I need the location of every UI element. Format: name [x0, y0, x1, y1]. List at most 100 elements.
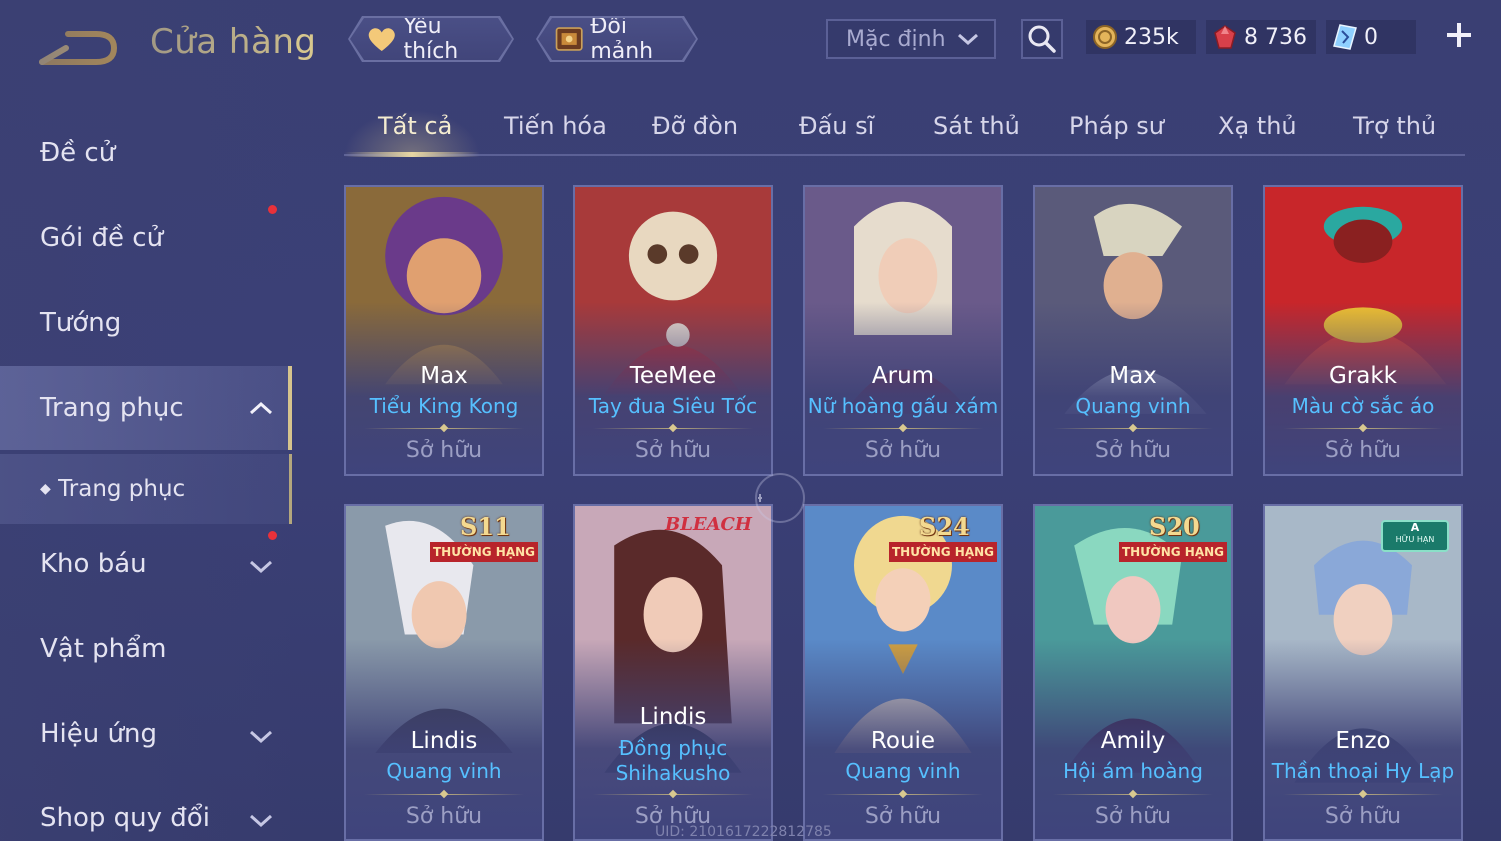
skin-name: Thần thoại Hy Lạp [1271, 759, 1455, 783]
limited-tier-badge: A HỮU HẠN [1381, 520, 1449, 552]
skin-card[interactable]: A HỮU HẠN Enzo Thần thoại Hy Lạp Sở hữu [1263, 504, 1463, 841]
tab-all[interactable]: Tất cả [378, 112, 452, 140]
chevron-up-icon[interactable] [248, 398, 274, 418]
chevron-down-icon[interactable] [248, 556, 274, 576]
sidebar-item-items[interactable]: Vật phẩm [40, 634, 166, 664]
favorites-label: Yêu thích [403, 14, 459, 64]
gold-currency: 235k [1092, 20, 1179, 54]
skin-name: Tiểu King Kong [369, 394, 519, 418]
voucher-crystal-icon [1333, 24, 1357, 50]
chevron-down-icon[interactable] [248, 810, 274, 830]
gold-coin-icon [1093, 25, 1117, 49]
sidebar-item-label: Đề cử [40, 138, 116, 168]
sidebar-subitem-skins[interactable]: ◆ Trang phục [40, 476, 185, 502]
sidebar-item-recommended[interactable]: Đề cử [40, 138, 115, 168]
sidebar-item-label: Shop quy đổi [40, 803, 210, 833]
ownership-status: Sở hữu [405, 438, 483, 463]
chevron-down-icon[interactable] [248, 726, 274, 746]
skin-card[interactable]: BLEACH Lindis Đồng phục Shihakusho Sở hữ… [573, 504, 773, 841]
tab-active-indicator [344, 152, 480, 157]
ownership-status: Sở hữu [1094, 438, 1172, 463]
voucher-currency: 0 [1332, 20, 1378, 54]
tab-fighter[interactable]: Đấu sĩ [799, 112, 874, 140]
favorites-button[interactable]: Yêu thích [350, 18, 512, 60]
skin-name: Đồng phục [618, 736, 728, 760]
ownership-status: Sở hữu [1324, 804, 1402, 829]
skin-name-line2: Shihakusho [615, 761, 731, 785]
tab-divider [344, 154, 1465, 156]
uid-watermark: UID: 2101617222812785 [655, 824, 832, 840]
plus-icon [1447, 23, 1471, 47]
tier-label: HỮU HẠN [1395, 535, 1435, 544]
notification-dot [268, 531, 277, 540]
season-label: S20 [1149, 512, 1200, 541]
skin-card[interactable]: Grakk Màu cờ sắc áo Sở hữu [1263, 185, 1463, 476]
top-up-button[interactable] [1444, 20, 1474, 50]
skin-card[interactable]: TeeMee Tay đua Siêu Tốc Sở hữu [573, 185, 773, 476]
tab-support[interactable]: Trợ thủ [1353, 112, 1436, 140]
rank-label: THƯỜNG HẠNG [430, 542, 538, 562]
sidebar-item-label: Trang phục [40, 393, 184, 423]
gold-amount: 235k [1124, 24, 1179, 50]
hero-name: Rouie [870, 728, 936, 754]
sidebar-item-effects[interactable]: Hiệu ứng [40, 719, 157, 749]
rank-label: THƯỜNG HẠNG [1119, 542, 1227, 562]
exchange-label: Đổi mảnh [590, 14, 654, 64]
sidebar-item-label: Tướng [40, 308, 122, 338]
season-badge: S11 THƯỜNG HẠNG [430, 512, 538, 568]
season-badge: S20 THƯỜNG HẠNG [1119, 512, 1227, 568]
skin-card[interactable]: Arum Nữ hoàng gấu xám Sở hữu [803, 185, 1003, 476]
sidebar-item-skins[interactable]: Trang phục [40, 393, 184, 423]
search-icon [1028, 25, 1056, 53]
skin-card[interactable]: S11 THƯỜNG HẠNG Lindis Quang vinh Sở hữu [344, 504, 544, 841]
ownership-status: Sở hữu [864, 438, 942, 463]
sidebar-item-label: Trang phục [58, 476, 186, 502]
tab-assassin[interactable]: Sát thủ [933, 112, 1020, 140]
skin-name: Nữ hoàng gấu xám [807, 394, 999, 418]
ruby-amount: 8 736 [1244, 24, 1307, 50]
sidebar-item-treasure[interactable]: Kho báu [40, 549, 147, 579]
tier-letter: A [1410, 521, 1420, 534]
skin-card[interactable]: Max Quang vinh Sở hữu [1033, 185, 1233, 476]
sort-value: Mặc định [846, 26, 946, 52]
tab-marksman[interactable]: Xạ thủ [1218, 112, 1297, 140]
ownership-status: Sở hữu [634, 438, 712, 463]
tab-evolution[interactable]: Tiến hóa [504, 112, 607, 140]
hero-name: Max [420, 363, 468, 389]
ruby-gem-icon [1214, 25, 1236, 49]
skin-name: Tay đua Siêu Tốc [588, 394, 758, 418]
sidebar-item-exchange-shop[interactable]: Shop quy đổi [40, 803, 210, 833]
skin-name: Hội ám hoàng [1063, 759, 1203, 783]
hero-name: Enzo [1335, 728, 1391, 754]
treasure-chest-icon [554, 22, 584, 56]
skin-name: Quang vinh [386, 759, 502, 783]
chevron-down-icon [958, 33, 978, 46]
skin-card[interactable]: S20 THƯỜNG HẠNG Amily Hội ám hoàng Sở hữ… [1033, 504, 1233, 841]
heart-icon [366, 24, 398, 54]
search-button[interactable] [1021, 19, 1063, 59]
exchange-fragments-button[interactable]: Đổi mảnh [538, 18, 696, 60]
hero-name: TeeMee [629, 363, 717, 389]
sidebar-item-label: Vật phẩm [40, 634, 167, 664]
ownership-status: Sở hữu [1324, 438, 1402, 463]
sidebar-item-label: Hiệu ứng [40, 719, 157, 749]
ownership-status: Sở hữu [864, 804, 942, 829]
tab-mage[interactable]: Pháp sư [1069, 112, 1164, 140]
rank-label: THƯỜNG HẠNG [889, 542, 997, 562]
skin-card[interactable]: S24 THƯỜNG HẠNG Rouie Quang vinh Sở hữu [803, 504, 1003, 841]
sidebar-item-heroes[interactable]: Tướng [40, 308, 121, 338]
season-label: S11 [460, 512, 511, 541]
hero-name: Lindis [639, 704, 707, 730]
ownership-status: Sở hữu [1094, 804, 1172, 829]
ownership-status: Sở hữu [405, 804, 483, 829]
hero-name: Max [1109, 363, 1157, 389]
sort-dropdown[interactable]: Mặc định [826, 19, 996, 59]
hero-name: Arum [871, 363, 935, 389]
sidebar-item-bundles[interactable]: Gói đề cử [40, 223, 163, 253]
bullet-icon: ◆ [40, 481, 51, 497]
skin-name: Quang vinh [1075, 394, 1191, 418]
season-label: S24 [919, 512, 970, 541]
skin-card[interactable]: Max Tiểu King Kong Sở hữu [344, 185, 544, 476]
hero-name: Grakk [1328, 363, 1397, 389]
tab-tank[interactable]: Đỡ đòn [652, 112, 738, 140]
